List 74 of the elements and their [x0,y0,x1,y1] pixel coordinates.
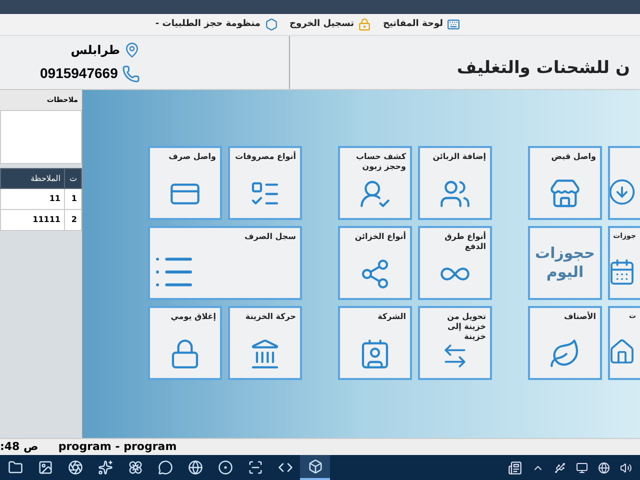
menu-tile[interactable]: أنواع طرق الدفع [418,226,492,300]
menu-tile[interactable]: كشف حساب وحجز زبون [338,146,412,220]
house-icon [610,338,636,366]
menu-item[interactable]: لوحة المفاتيح [383,18,460,32]
menu-tile[interactable]: تحويل من خزينة إلى خزينة [418,306,492,380]
lock-icon [169,338,201,370]
location-text: طرابلس [70,42,120,59]
tile-label: أنواع مصروفات [234,152,296,162]
menu-tile[interactable] [608,146,640,220]
menu-tile[interactable]: أنواع مصروفات [228,146,302,220]
tile-label: واصل صرف [168,152,216,162]
menu-tile[interactable]: حجوزات اليوم [528,226,602,300]
menu-tile[interactable]: الأصناف [528,306,602,380]
tile-label: إغلاق يومي [170,312,216,322]
menu-tile[interactable]: الشركة [338,306,412,380]
globe-icon[interactable] [598,462,610,474]
status-title: program - program [58,438,177,455]
table-cell: 1 [64,188,82,210]
tile-label: سجل الصرف [244,232,296,242]
tile-label: أنواع طرق الدفع [444,232,486,252]
aperture-icon [68,460,82,475]
menu-tile[interactable]: إضافة الزبائن [418,146,492,220]
column-header: الملاحظة [0,168,65,188]
company-title: ن للشحنات والتغليف [456,56,630,80]
menu-tile[interactable]: سجل الصرف [148,226,302,300]
table-cell: 11111 [0,210,65,230]
tile-label: واصل قبض [550,152,596,162]
status-time: :48 ص [0,438,38,455]
scan-icon [248,460,262,475]
taskbar-app[interactable] [300,455,330,480]
notes-field[interactable] [0,110,82,164]
menu-tile[interactable]: أنواع الخزائن [338,226,412,300]
tile-label: حركة الخزينة [244,312,296,322]
table-cell: 2 [64,210,82,230]
flower-icon [128,460,142,475]
box-icon [308,459,322,474]
nodes-icon [359,258,391,290]
tile-label: كشف حساب وحجز زبون [354,152,406,172]
sparkles-icon [98,460,112,475]
leaf-icon [549,338,581,370]
bank-icon [249,338,281,370]
menu-tile[interactable]: واصل صرف [148,146,222,220]
tile-label: حجوزات اليوم [534,244,596,282]
chat-icon [158,460,172,475]
tile-label: الأصناف [563,312,596,322]
user-badge-icon [359,178,391,210]
table-cell: 11 [0,188,65,210]
tile-label: تحويل من خزينة إلى خزينة [446,312,486,342]
phone-number: 0915947669 [40,64,118,83]
circle-icon [218,460,232,475]
image-icon [38,460,52,475]
column-header: ت [64,168,82,188]
location-pin-icon [124,42,140,58]
folder-icon [8,460,22,475]
keyboard-icon [447,18,460,31]
news-icon[interactable] [508,460,522,474]
speaker-icon[interactable] [620,462,632,474]
menu-tile[interactable]: حركة الخزينة [228,306,302,380]
tile-label: أنواع الخزائن [354,232,406,242]
download-icon [610,178,636,206]
menu-tile[interactable]: إغلاق يومي [148,306,222,380]
lock-icon [358,18,371,31]
code-icon [278,460,292,475]
usb-icon[interactable] [554,462,566,474]
globe-icon [188,460,202,475]
menu-item[interactable]: منظومة حجز الطلبيات - [155,18,278,32]
users-icon [439,178,471,210]
tile-label: الشركة [376,312,406,322]
calendar-icon [610,258,636,286]
phone-icon [122,64,140,82]
monitor-icon[interactable] [576,462,588,474]
menu-tile[interactable]: واصل قبض [528,146,602,220]
menu-item[interactable]: تسجيل الخروج [290,18,371,32]
tile-label: إضافة الزبائن [432,152,486,162]
